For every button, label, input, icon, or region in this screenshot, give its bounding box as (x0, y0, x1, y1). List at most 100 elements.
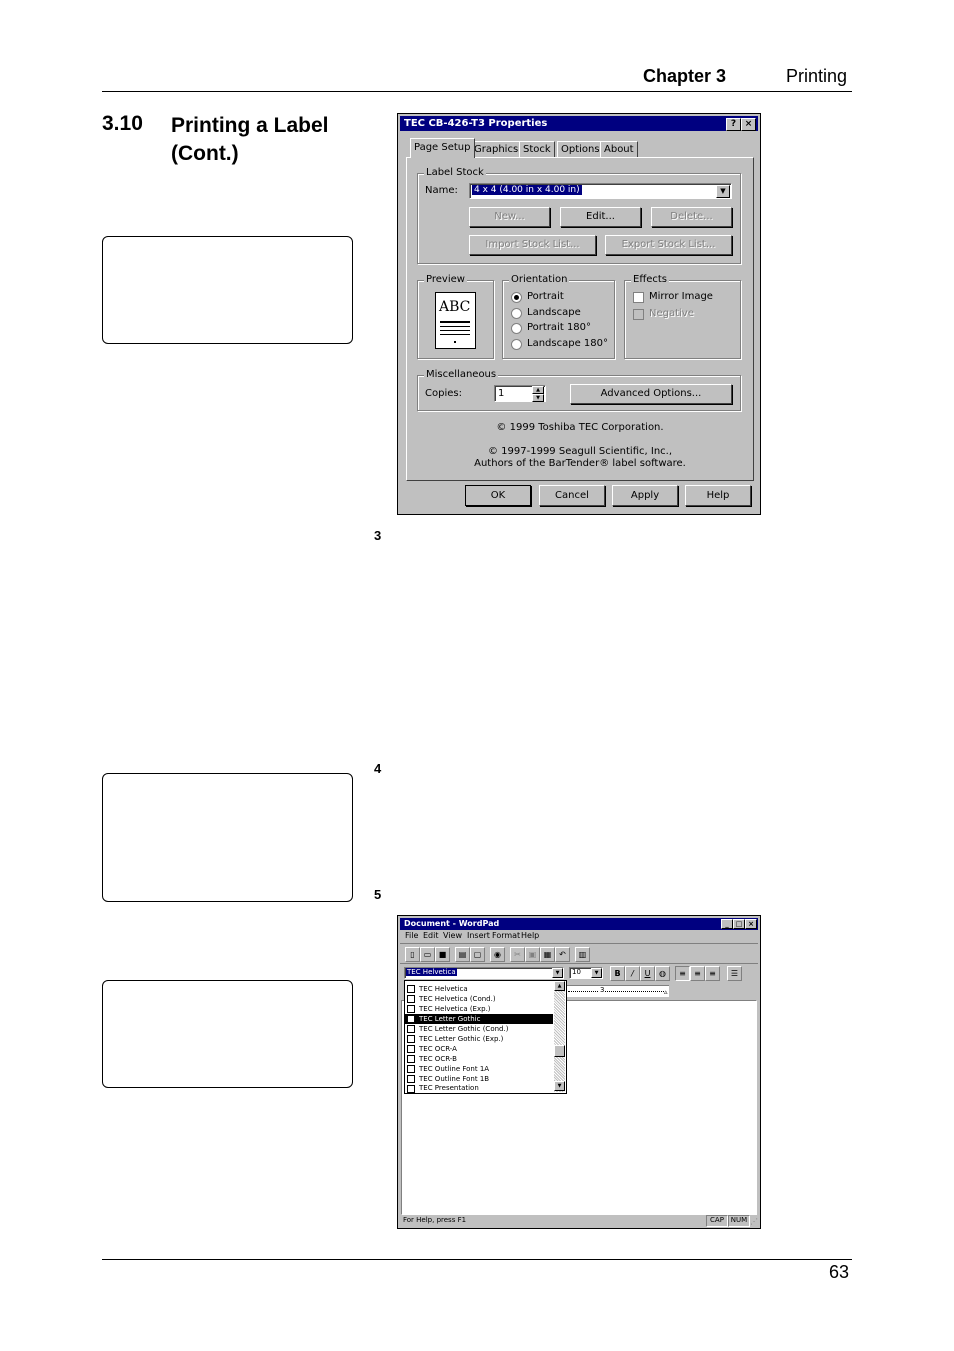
scroll-up-icon[interactable]: ▲ (554, 981, 565, 991)
font-dropdown-list[interactable]: TEC Helvetica TEC Helvetica (Cond.) TEC … (404, 980, 567, 1094)
size-dropdown-icon[interactable]: ▼ (591, 968, 602, 978)
edit-stock-button[interactable]: Edit... (560, 207, 641, 227)
font-option[interactable]: TEC Helvetica (Exp.) (405, 1004, 553, 1014)
status-text: For Help, press F1 (403, 1216, 467, 1224)
radio-portrait-180[interactable] (511, 323, 522, 334)
italic-button[interactable]: / (625, 966, 640, 981)
minimize-icon[interactable]: _ (721, 919, 733, 929)
new-document-icon[interactable]: ▯ (405, 947, 420, 962)
name-value: 4 x 4 (4.00 in x 4.00 in) (472, 185, 582, 195)
page-preview-icon: ABC (435, 292, 476, 349)
spin-down-icon[interactable]: ▼ (532, 394, 544, 402)
step-5: 5 (374, 887, 382, 902)
bold-button[interactable]: B (610, 966, 625, 981)
name-select[interactable]: 4 x 4 (4.00 in x 4.00 in) ▼ (469, 183, 732, 199)
maximize-icon[interactable]: □ (733, 919, 745, 929)
effects-group: Effects Mirror Image Negative (624, 274, 741, 359)
spin-up-icon[interactable]: ▲ (532, 386, 544, 394)
ruler-mark: 3 (599, 986, 606, 994)
font-list-scrollbar[interactable]: ▲ ▼ (554, 981, 565, 1092)
note-box-3 (102, 980, 353, 1088)
find-icon[interactable]: ◉ (490, 947, 505, 962)
scroll-down-icon[interactable]: ▼ (554, 1081, 565, 1091)
menu-help[interactable]: Help (521, 931, 539, 940)
advanced-options-button[interactable]: Advanced Options... (570, 384, 732, 404)
new-stock-button[interactable]: New... (469, 207, 550, 227)
menu-edit[interactable]: Edit (423, 931, 439, 940)
font-size-select[interactable]: 10 ▼ (569, 967, 603, 979)
print-preview-icon[interactable]: ▢ (470, 947, 485, 962)
help-icon[interactable]: ? (726, 118, 741, 131)
cancel-button[interactable]: Cancel (539, 485, 605, 506)
copy-icon[interactable]: ▣ (525, 947, 540, 962)
font-option[interactable]: TEC OCR-A (405, 1044, 553, 1054)
undo-icon[interactable]: ↶ (555, 947, 570, 962)
font-name-select[interactable]: TEC Helvetica ▼ (404, 967, 564, 979)
label-stock-group-label: Label Stock (424, 167, 486, 178)
menu-view[interactable]: View (443, 931, 462, 940)
preview-group: Preview ABC (417, 274, 494, 359)
section-label: Printing (786, 66, 848, 86)
preview-sample-text: ABC (439, 299, 471, 315)
mirror-image-checkbox[interactable] (633, 292, 644, 303)
radio-landscape[interactable] (511, 308, 522, 319)
tab-options[interactable]: Options (557, 141, 604, 158)
copies-input[interactable]: 1 ▲ ▼ (494, 385, 546, 402)
wordpad-window: Document - WordPad _ □ × File Edit View … (397, 915, 761, 1229)
tab-stock[interactable]: Stock (519, 141, 555, 158)
cut-icon[interactable]: ✂ (510, 947, 525, 962)
tab-graphics[interactable]: Graphics (470, 141, 523, 158)
export-stock-list-button[interactable]: Export Stock List... (605, 235, 732, 255)
font-option[interactable]: TEC Helvetica (Cond.) (405, 994, 553, 1004)
orientation-group-label: Orientation (509, 274, 570, 285)
font-name-value: TEC Helvetica (406, 968, 457, 976)
font-option-selected[interactable]: TEC Letter Gothic (405, 1014, 553, 1024)
underline-button[interactable]: U (640, 966, 655, 981)
font-option[interactable]: TEC Letter Gothic (Cond.) (405, 1024, 553, 1034)
menu-insert[interactable]: Insert (467, 931, 490, 940)
copies-value: 1 (498, 388, 505, 399)
font-option[interactable]: TEC OCR-B (405, 1054, 553, 1064)
align-right-icon[interactable]: ≡ (705, 966, 720, 981)
font-option[interactable]: TEC Letter Gothic (Exp.) (405, 1034, 553, 1044)
scroll-thumb[interactable] (554, 1045, 565, 1057)
right-indent-icon[interactable]: ▵ (664, 988, 668, 996)
insert-date-icon[interactable]: ▥ (575, 947, 590, 962)
mirror-image-label: Mirror Image (649, 291, 713, 302)
bullets-icon[interactable]: ☰ (727, 966, 742, 981)
font-dropdown-icon[interactable]: ▼ (552, 968, 563, 978)
tab-about[interactable]: About (600, 141, 638, 158)
font-option[interactable]: TEC Outline Font 1B (405, 1074, 553, 1084)
font-option[interactable]: TEC Outline Font 1A (405, 1064, 553, 1074)
tab-page-setup[interactable]: Page Setup (410, 138, 475, 158)
help-button[interactable]: Help (685, 485, 751, 506)
print-icon[interactable]: ▤ (455, 947, 470, 962)
wordpad-close-icon[interactable]: × (745, 919, 757, 929)
align-left-icon[interactable]: ≡ (675, 966, 690, 981)
font-option[interactable]: TEC Helvetica (405, 984, 553, 994)
color-icon[interactable]: ◍ (655, 966, 670, 981)
delete-stock-button[interactable]: Delete... (651, 207, 732, 227)
paste-icon[interactable]: ▦ (540, 947, 555, 962)
miscellaneous-group: Miscellaneous Copies: 1 ▲ ▼ Advanced Opt… (417, 369, 741, 411)
apply-button[interactable]: Apply (612, 485, 678, 506)
label-stock-group: Label Stock Name: 4 x 4 (4.00 in x 4.00 … (417, 167, 741, 264)
radio-landscape-180[interactable] (511, 339, 522, 350)
portrait-180-label: Portrait 180° (527, 322, 592, 333)
menu-format[interactable]: Format (492, 931, 520, 940)
align-center-icon[interactable]: ≡ (690, 966, 705, 981)
ok-button[interactable]: OK (465, 485, 531, 506)
font-option[interactable]: TEC Presentation (405, 1084, 553, 1093)
import-stock-list-button[interactable]: Import Stock List... (469, 235, 596, 255)
open-folder-icon[interactable]: ▭ (420, 947, 435, 962)
status-num: NUM (728, 1215, 750, 1227)
chevron-down-icon[interactable]: ▼ (716, 185, 730, 198)
negative-checkbox[interactable] (633, 309, 644, 320)
radio-portrait[interactable] (511, 292, 522, 303)
portrait-label: Portrait (527, 291, 564, 302)
resize-grip-icon[interactable]: ⋰ (750, 1217, 758, 1226)
save-icon[interactable]: ■ (435, 947, 450, 962)
close-icon[interactable]: × (741, 118, 756, 131)
menu-file[interactable]: File (405, 931, 418, 940)
page-number: 63 (829, 1262, 850, 1282)
